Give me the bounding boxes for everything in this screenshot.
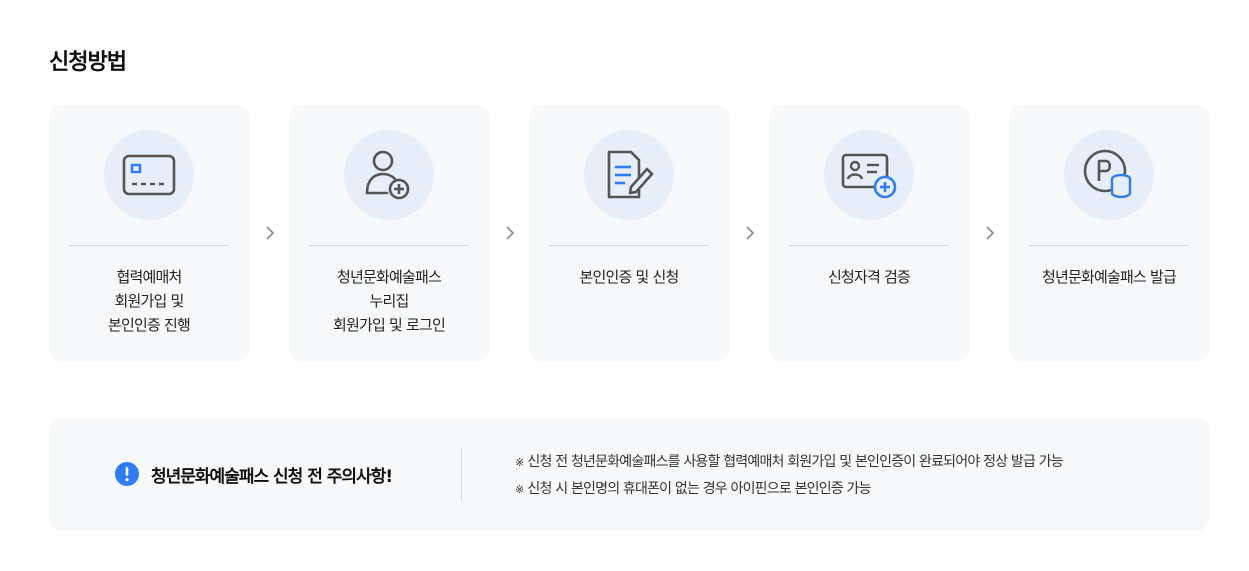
- chevron-right-icon: [982, 223, 998, 243]
- step-divider: [549, 245, 709, 246]
- notice-title: 청년문화예술패스 신청 전 주의사항!: [151, 466, 393, 487]
- step-divider: [69, 245, 229, 246]
- document-edit-icon: [607, 150, 654, 199]
- reference-mark: ※: [515, 456, 524, 469]
- step-card-2: 청년문화예술패스 누리집 회원가입 및 로그인: [289, 105, 489, 361]
- step-divider: [309, 245, 469, 246]
- step-label: 청년문화예술패스 발급: [1042, 268, 1177, 286]
- credit-card-icon: [122, 154, 176, 196]
- user-add-icon: [365, 150, 410, 200]
- step-label: 협력예매처 회원가입 및 본인인증 진행: [108, 268, 191, 334]
- notice-divider: [461, 448, 462, 501]
- step-icon-circle: [344, 130, 434, 220]
- step-card-5: 청년문화예술패스 발급: [1009, 105, 1209, 361]
- notice-item-text: 신청 전 청년문화예술패스를 사용할 협력예매처 회원가입 및 본인인증이 완료…: [527, 454, 1063, 470]
- step-card-4: 신청자격 검증: [769, 105, 969, 361]
- chevron-right-icon: [262, 223, 278, 243]
- notice-item: ※ 신청 시 본인명의 휴대폰이 없는 경우 아이핀으로 본인인증 가능: [515, 476, 1063, 503]
- notice-header: 청년문화예술패스 신청 전 주의사항!: [115, 461, 393, 487]
- step-icon-circle: [1064, 130, 1154, 220]
- notice-item-text: 신청 시 본인명의 휴대폰이 없는 경우 아이핀으로 본인인증 가능: [527, 481, 871, 497]
- step-label: 신청자격 검증: [828, 268, 911, 286]
- step-icon-circle: [104, 130, 194, 220]
- id-card-add-icon: [841, 153, 897, 199]
- step-label: 청년문화예술패스 누리집 회원가입 및 로그인: [333, 268, 446, 334]
- step-card-1: 협력예매처 회원가입 및 본인인증 진행: [49, 105, 249, 361]
- notice-item: ※ 신청 전 청년문화예술패스를 사용할 협력예매처 회원가입 및 본인인증이 완…: [515, 449, 1064, 476]
- page-title: 신청방법: [49, 50, 127, 75]
- chevron-right-icon: [742, 223, 758, 243]
- application-steps: 협력예매처 회원가입 및 본인인증 진행 청년문화예술패스 누리집 회원가입 및…: [49, 105, 1209, 361]
- notice-list: ※ 신청 전 청년문화예술패스를 사용할 협력예매처 회원가입 및 본인인증이 완…: [515, 449, 1064, 503]
- step-label: 본인인증 및 신청: [579, 268, 680, 286]
- step-divider: [789, 245, 949, 246]
- step-divider: [1029, 245, 1189, 246]
- step-card-3: 본인인증 및 신청: [529, 105, 729, 361]
- chevron-right-icon: [502, 223, 518, 243]
- step-icon-circle: [584, 130, 674, 220]
- points-coins-icon: [1083, 149, 1132, 199]
- notice-box: 청년문화예술패스 신청 전 주의사항! ※ 신청 전 청년문화예술패스를 사용할 …: [49, 418, 1209, 531]
- exclamation-circle-icon: [115, 462, 139, 486]
- reference-mark: ※: [515, 483, 524, 496]
- step-icon-circle: [824, 130, 914, 220]
